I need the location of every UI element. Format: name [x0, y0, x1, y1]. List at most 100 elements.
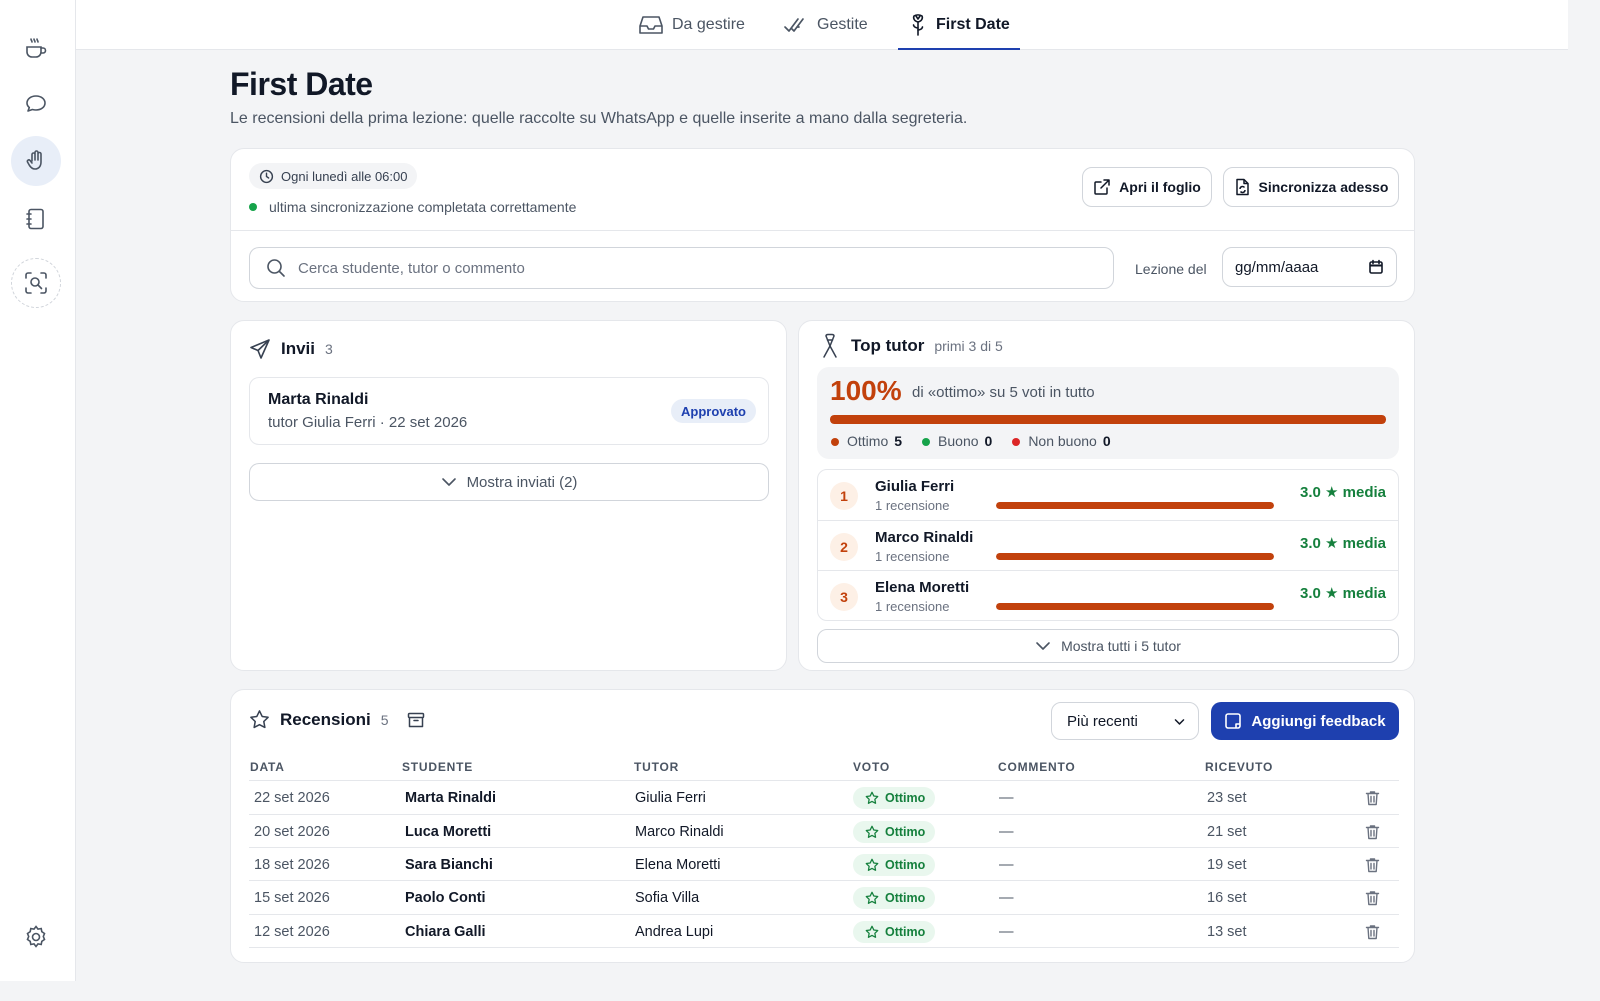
table-row[interactable]: 12 set 2026 Chiara Galli Andrea Lupi Ottimo… — [249, 914, 1399, 948]
page-subtitle: Le recensioni della prima lezione: quell… — [230, 110, 968, 127]
legend-non-buono: Non buono 0 — [1012, 433, 1111, 449]
cell-student: Chiara Galli — [405, 924, 486, 940]
tutor-name: Marco Rinaldi — [875, 529, 974, 546]
tutor-bar — [996, 553, 1274, 560]
hand-icon — [23, 148, 49, 174]
add-feedback-button[interactable]: Aggiungi feedback — [1211, 702, 1399, 740]
cell-tutor: Andrea Lupi — [635, 924, 714, 940]
vote-badge: Ottimo — [853, 921, 936, 943]
show-all-tutors-button[interactable]: Mostra tutti i 5 tutor — [817, 629, 1399, 663]
sync-now-button[interactable]: Sincronizza adesso — [1223, 167, 1399, 207]
archive-icon[interactable] — [407, 711, 425, 729]
calendar-icon[interactable] — [1368, 259, 1384, 275]
column-header-tutor[interactable]: TUTOR — [634, 760, 679, 774]
vote-label: Ottimo — [885, 891, 926, 905]
tab-label: First Date — [936, 16, 1010, 33]
tab-label: Gestite — [817, 16, 868, 33]
rail-item-coffee[interactable] — [11, 23, 61, 73]
status-badge: Approvato — [671, 399, 756, 423]
note-plus-icon — [1224, 712, 1242, 730]
trash-icon — [1365, 824, 1380, 840]
scan-search-icon — [23, 270, 49, 296]
cell-received: 19 set — [1207, 857, 1247, 873]
cell-comment: — — [999, 790, 1014, 806]
add-feedback-label: Aggiungi feedback — [1251, 712, 1386, 730]
search-input[interactable]: Cerca studente, tutor o commento — [249, 247, 1114, 289]
sync-file-icon — [1234, 178, 1251, 196]
delete-button[interactable] — [1365, 824, 1380, 840]
send-student: Marta Rinaldi — [268, 391, 369, 408]
tutor-bar-fill — [996, 553, 1274, 560]
vote-badge: Ottimo — [853, 821, 936, 843]
trash-icon — [1365, 857, 1380, 873]
chevron-down-icon — [441, 474, 457, 490]
paper-plane-icon — [249, 338, 271, 360]
column-header-ricevuto[interactable]: RICEVUTO — [1205, 760, 1273, 774]
trash-icon — [1365, 890, 1380, 906]
table-row[interactable]: 15 set 2026 Paolo Conti Sofia Villa Ottimo —… — [249, 880, 1399, 914]
reviews-card: Recensioni 5 Più recenti Aggiungi feedba… — [230, 689, 1415, 963]
tab-label: Da gestire — [672, 16, 745, 33]
column-header-data[interactable]: DATA — [250, 760, 285, 774]
cell-received: 16 set — [1207, 890, 1247, 906]
tutor-score: 3.0 ★ media — [1300, 484, 1386, 501]
tutor-row[interactable]: 2 Marco Rinaldi 1 recensione 3.0 ★ media — [818, 520, 1398, 570]
cell-comment: — — [999, 924, 1014, 940]
settings-button[interactable] — [11, 912, 61, 962]
table-row[interactable]: 18 set 2026 Sara Bianchi Elena Moretti Otti… — [249, 847, 1399, 881]
percent-value: 100% — [830, 375, 902, 406]
cell-date: 12 set 2026 — [254, 924, 330, 940]
page-title: First Date — [230, 66, 373, 102]
show-sent-button[interactable]: Mostra inviati (2) — [249, 463, 769, 501]
column-header-studente[interactable]: STUDENTE — [402, 760, 473, 774]
rank-badge: 3 — [830, 583, 858, 611]
rail-item-chat[interactable] — [11, 79, 61, 129]
cell-date: 15 set 2026 — [254, 890, 330, 906]
star-outline-icon — [865, 858, 879, 872]
legend-buono: Buono 0 — [922, 433, 992, 449]
rank-badge: 2 — [830, 533, 858, 561]
send-item[interactable]: Marta Rinaldi tutor Giulia Ferri · 22 se… — [249, 377, 769, 445]
tab-gestite[interactable]: Gestite — [783, 0, 868, 50]
tab-first-date[interactable]: First Date — [898, 0, 1020, 50]
cell-comment: — — [999, 824, 1014, 840]
reviews-count: 5 — [380, 711, 389, 728]
delete-button[interactable] — [1365, 857, 1380, 873]
star-outline-icon — [249, 709, 270, 730]
delete-button[interactable] — [1365, 924, 1380, 940]
cell-tutor: Giulia Ferri — [635, 790, 706, 806]
sort-value: Più recenti — [1067, 712, 1138, 730]
chat-bubble-icon — [23, 91, 49, 117]
reviews-title: Recensioni — [280, 709, 371, 729]
open-sheet-button[interactable]: Apri il foglio — [1082, 167, 1212, 207]
tutor-row[interactable]: 1 Giulia Ferri 1 recensione 3.0 ★ media — [818, 470, 1398, 520]
ribbon-icon — [819, 333, 841, 359]
sync-filter-card: Ogni lunedì alle 06:00 ultima sincronizz… — [230, 148, 1415, 302]
lesson-date-input[interactable]: gg/mm/aaaa — [1222, 247, 1397, 287]
rail-item-scan[interactable] — [11, 258, 61, 308]
invii-card: Invii 3 Marta Rinaldi tutor Giulia Ferri… — [230, 320, 787, 671]
rail-item-notebook[interactable] — [11, 194, 61, 244]
delete-button[interactable] — [1365, 790, 1380, 806]
top-tab-bar: Da gestire Gestite First Date — [76, 0, 1568, 50]
send-meta: tutor Giulia Ferri · 22 set 2026 — [268, 414, 468, 431]
table-row[interactable]: 20 set 2026 Luca Moretti Marco Rinaldi Otti… — [249, 814, 1399, 848]
tutor-bar-fill — [996, 603, 1274, 610]
column-header-commento[interactable]: COMMENTO — [998, 760, 1076, 774]
column-header-voto[interactable]: VOTO — [853, 760, 890, 774]
cell-student: Luca Moretti — [405, 824, 492, 840]
sort-select[interactable]: Più recenti — [1051, 702, 1199, 740]
rating-summary: 100% di «ottimo» su 5 voti in tutto Otti… — [817, 367, 1399, 459]
invii-header: Invii 3 — [249, 338, 333, 360]
chevron-down-icon — [1035, 638, 1051, 654]
table-row[interactable]: 22 set 2026 Marta Rinaldi Giulia Ferri Otti… — [249, 780, 1399, 814]
tab-da-gestire[interactable]: Da gestire — [638, 0, 745, 50]
external-link-icon — [1093, 178, 1111, 196]
tutor-row[interactable]: 3 Elena Moretti 1 recensione 3.0 ★ media — [818, 570, 1398, 620]
rail-item-hand[interactable] — [11, 136, 61, 186]
date-placeholder: gg/mm/aaaa — [1235, 258, 1319, 276]
vote-badge: Ottimo — [853, 854, 936, 876]
open-sheet-label: Apri il foglio — [1119, 179, 1201, 195]
top-tutor-title: Top tutor — [851, 336, 925, 355]
delete-button[interactable] — [1365, 890, 1380, 906]
